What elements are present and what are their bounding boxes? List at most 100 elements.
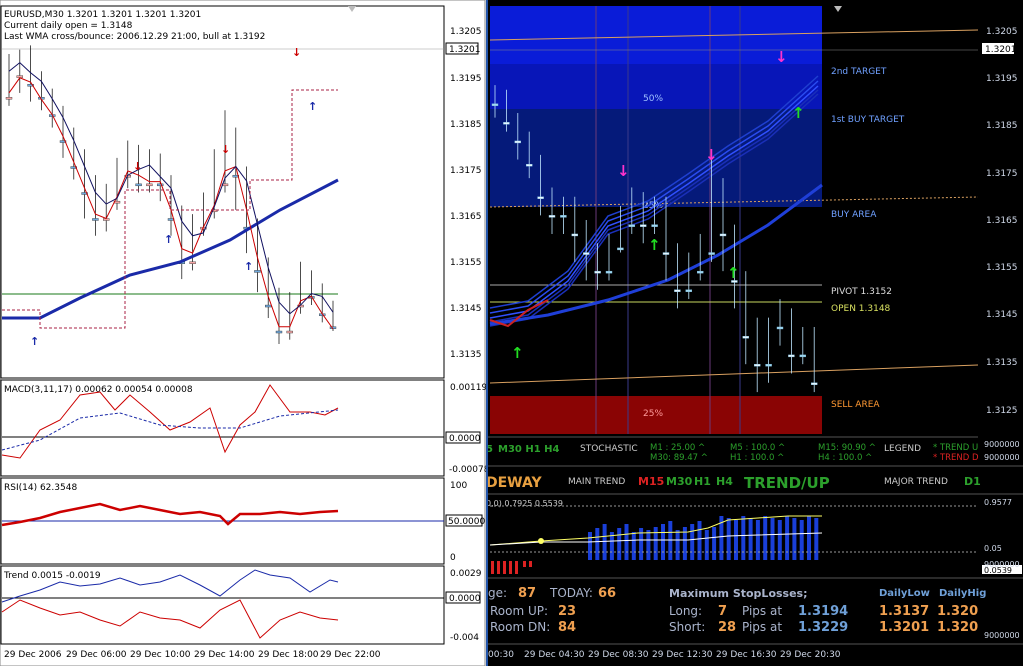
- histogram-bar: [690, 524, 695, 560]
- time-label: 29 Dec 06:00: [66, 650, 127, 660]
- short-label: Short:: [669, 620, 705, 634]
- max-sl-label: Maximum StopLosses;: [669, 587, 808, 600]
- candle-body: [265, 304, 272, 308]
- daily-low-1: 1.3137: [879, 604, 929, 619]
- candle-body: [639, 224, 647, 227]
- candle-body: [503, 122, 510, 125]
- axis-label: 1.3155: [450, 258, 482, 268]
- arrow-up-icon: ↑: [164, 233, 173, 246]
- histogram-bar: [697, 521, 702, 560]
- trend-label: Trend 0.0015 -0.0019: [3, 571, 101, 581]
- candle-body: [719, 233, 727, 237]
- candle-body: [146, 183, 153, 187]
- rsi-label: RSI(14) 62.3548: [4, 483, 77, 493]
- arrow-up-icon: ↑: [648, 236, 661, 254]
- histogram-bar: [631, 532, 636, 560]
- time-label: 29 Dec 20:30: [780, 650, 841, 660]
- stoch-h4: H4 : 100.0 ^: [818, 453, 872, 463]
- candle-body: [5, 97, 13, 100]
- histogram-bar: [792, 518, 797, 560]
- time-label: 29 Dec 08:30: [588, 650, 649, 660]
- target1-label: 1st BUY TARGET: [831, 115, 905, 125]
- stoch-h1: H1 : 100.0 ^: [730, 453, 784, 463]
- daily-open-text: Current daily open = 1.3148: [4, 21, 133, 31]
- candle-body: [742, 336, 750, 339]
- histogram-bar: [588, 532, 592, 560]
- histogram-bar: [799, 520, 804, 560]
- room-up-value: 23: [558, 604, 576, 619]
- time-label: 00:30: [488, 650, 514, 660]
- histogram-bar: [741, 516, 746, 560]
- time-label: 29 Dec 10:00: [130, 650, 191, 660]
- histogram-bar: [726, 518, 731, 560]
- arrow-down-icon: ↓: [221, 143, 230, 156]
- arrow-down-icon: ↓: [775, 48, 788, 66]
- current-price-label: 1.3201: [449, 45, 481, 55]
- candle-body: [189, 261, 196, 264]
- arrow-down-icon: ↓: [617, 162, 630, 180]
- axis-label: 1.3195: [986, 74, 1018, 84]
- axis-label: 1.3185: [450, 120, 482, 130]
- macd-axis-bot: -0.00078: [449, 465, 486, 475]
- chart-shift-marker-icon[interactable]: [348, 6, 356, 12]
- histogram-bar: [814, 518, 819, 560]
- right-chart-window: 50% 25% 25% 2nd TARGET 1st BUY TARGET BU…: [486, 0, 1023, 666]
- candle-body: [651, 224, 658, 227]
- axis-label: 1.3195: [450, 74, 482, 84]
- major-trend-label: MAJOR TREND: [884, 477, 948, 487]
- legend-title: LEGEND: [884, 444, 921, 454]
- candle-body: [491, 103, 499, 106]
- daily-low-label: DailyLow: [879, 588, 930, 599]
- stoch-m1: M1 : 25.00 ^: [650, 443, 705, 453]
- arrow-up-icon: ↑: [308, 100, 317, 113]
- wma-note-text: Last WMA cross/bounce: 2006.12.29 21:00,…: [4, 32, 265, 42]
- histogram-bar: [653, 527, 658, 560]
- long-value: 7: [718, 604, 727, 619]
- buy-zone: [490, 109, 822, 207]
- macd-main-line: [1, 384, 339, 459]
- pct50-label: 50%: [643, 94, 663, 104]
- major-trend-d1: D1: [964, 475, 981, 488]
- left-chart-window: EURUSD,M30 1.3201 1.3201 1.3201 1.3201 C…: [0, 0, 490, 667]
- short-pips-at: Pips at: [742, 620, 782, 634]
- histogram-bar: [734, 520, 738, 560]
- candle-body: [548, 215, 556, 218]
- main-plot-frame: [0, 5, 445, 379]
- candle-body: [526, 163, 533, 167]
- candle-body: [514, 140, 521, 144]
- axis-label: 1.3165: [986, 216, 1018, 226]
- candle-body: [662, 252, 670, 255]
- target-zone-top: [490, 6, 822, 64]
- target2-label: 2nd TARGET: [831, 67, 887, 77]
- axis-label: 1.3145: [986, 310, 1018, 320]
- trend-axis-top: 0.0029: [450, 569, 482, 579]
- open-label: OPEN 1.3148: [831, 304, 891, 314]
- range-label: ge:: [488, 586, 507, 600]
- short-value: 28: [718, 620, 736, 635]
- time-label: 29 Dec 14:00: [194, 650, 255, 660]
- room-up-label: Room UP:: [490, 604, 548, 618]
- symbol-header: EURUSD,M30 1.3201 1.3201 1.3201 1.3201: [4, 10, 201, 20]
- daily-low-2: 1.3201: [879, 620, 929, 635]
- sub-indicator-label: 0,0) 0.7925 0.5539: [488, 499, 563, 508]
- trend-down-line: [1, 599, 339, 639]
- current-price-label: 1.3201: [985, 45, 1017, 55]
- cross-point: [538, 538, 544, 544]
- time-label: 29 Dec 2006: [4, 650, 62, 660]
- axis-label: 1.3145: [450, 304, 482, 314]
- stoch-title: STOCHASTIC: [580, 444, 638, 454]
- candle-body: [799, 354, 806, 358]
- trend-up-text: TREND/UP: [744, 474, 830, 492]
- main-trend-m30: M30: [666, 475, 693, 488]
- rsi-axis-bot: 0: [450, 553, 456, 563]
- histogram-bar: [624, 524, 629, 560]
- candle-body: [788, 354, 795, 358]
- chart-shift-marker-icon[interactable]: [834, 6, 842, 12]
- sub-axis-mid: 0.05: [984, 544, 1002, 553]
- candle-body: [696, 270, 704, 274]
- axis-label: 1.3175: [986, 169, 1018, 179]
- histogram-bar: [675, 530, 680, 560]
- rsi-axis-top: 100: [450, 481, 467, 491]
- candle-body: [754, 363, 761, 367]
- main-trend-m15: M15: [638, 475, 664, 488]
